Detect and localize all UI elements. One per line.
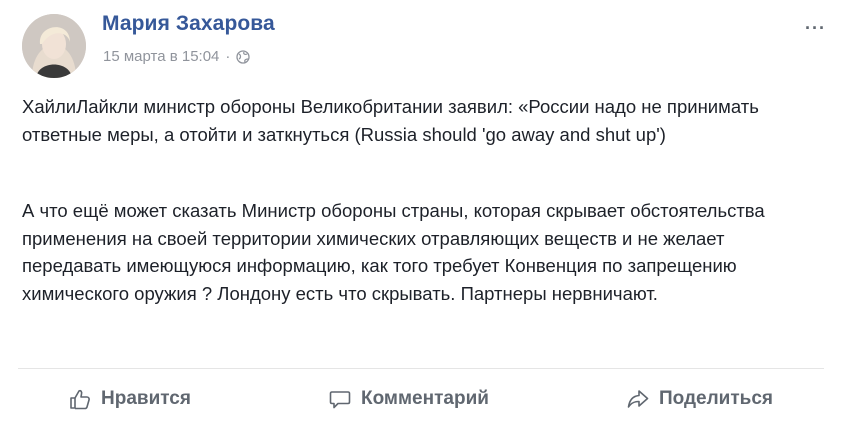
post-paragraph-2: А что ещё может сказать Министр обороны … [22,200,765,304]
author-name-link[interactable]: Мария Захарова [102,12,275,36]
share-label: Поделиться [658,388,773,409]
comment-button[interactable]: Комментарий [329,388,489,410]
avatar-photo [22,14,86,78]
facebook-post: Мария Захарова 15 марта в 15:04 · ··· Ха… [0,0,842,429]
globe-icon[interactable] [236,49,251,64]
share-button[interactable]: Поделиться [627,388,773,410]
post-meta: 15 марта в 15:04 · [103,48,251,65]
post-timestamp[interactable]: 15 марта в 15:04 [103,48,219,65]
post-actions-bar: Нравится Комментарий Поделиться [0,369,842,429]
comment-icon [329,391,351,409]
like-label: Нравится [101,388,191,409]
post-paragraph-1: ХайлиЛайкли министр обороны Великобритан… [22,96,759,145]
share-icon [627,390,649,408]
meta-separator: · [225,48,231,65]
thumbs-up-icon [70,389,90,410]
like-button[interactable]: Нравится [69,388,191,410]
comment-label: Комментарий [360,388,489,409]
author-avatar[interactable] [22,14,86,78]
more-options-button[interactable]: ··· [805,18,826,39]
